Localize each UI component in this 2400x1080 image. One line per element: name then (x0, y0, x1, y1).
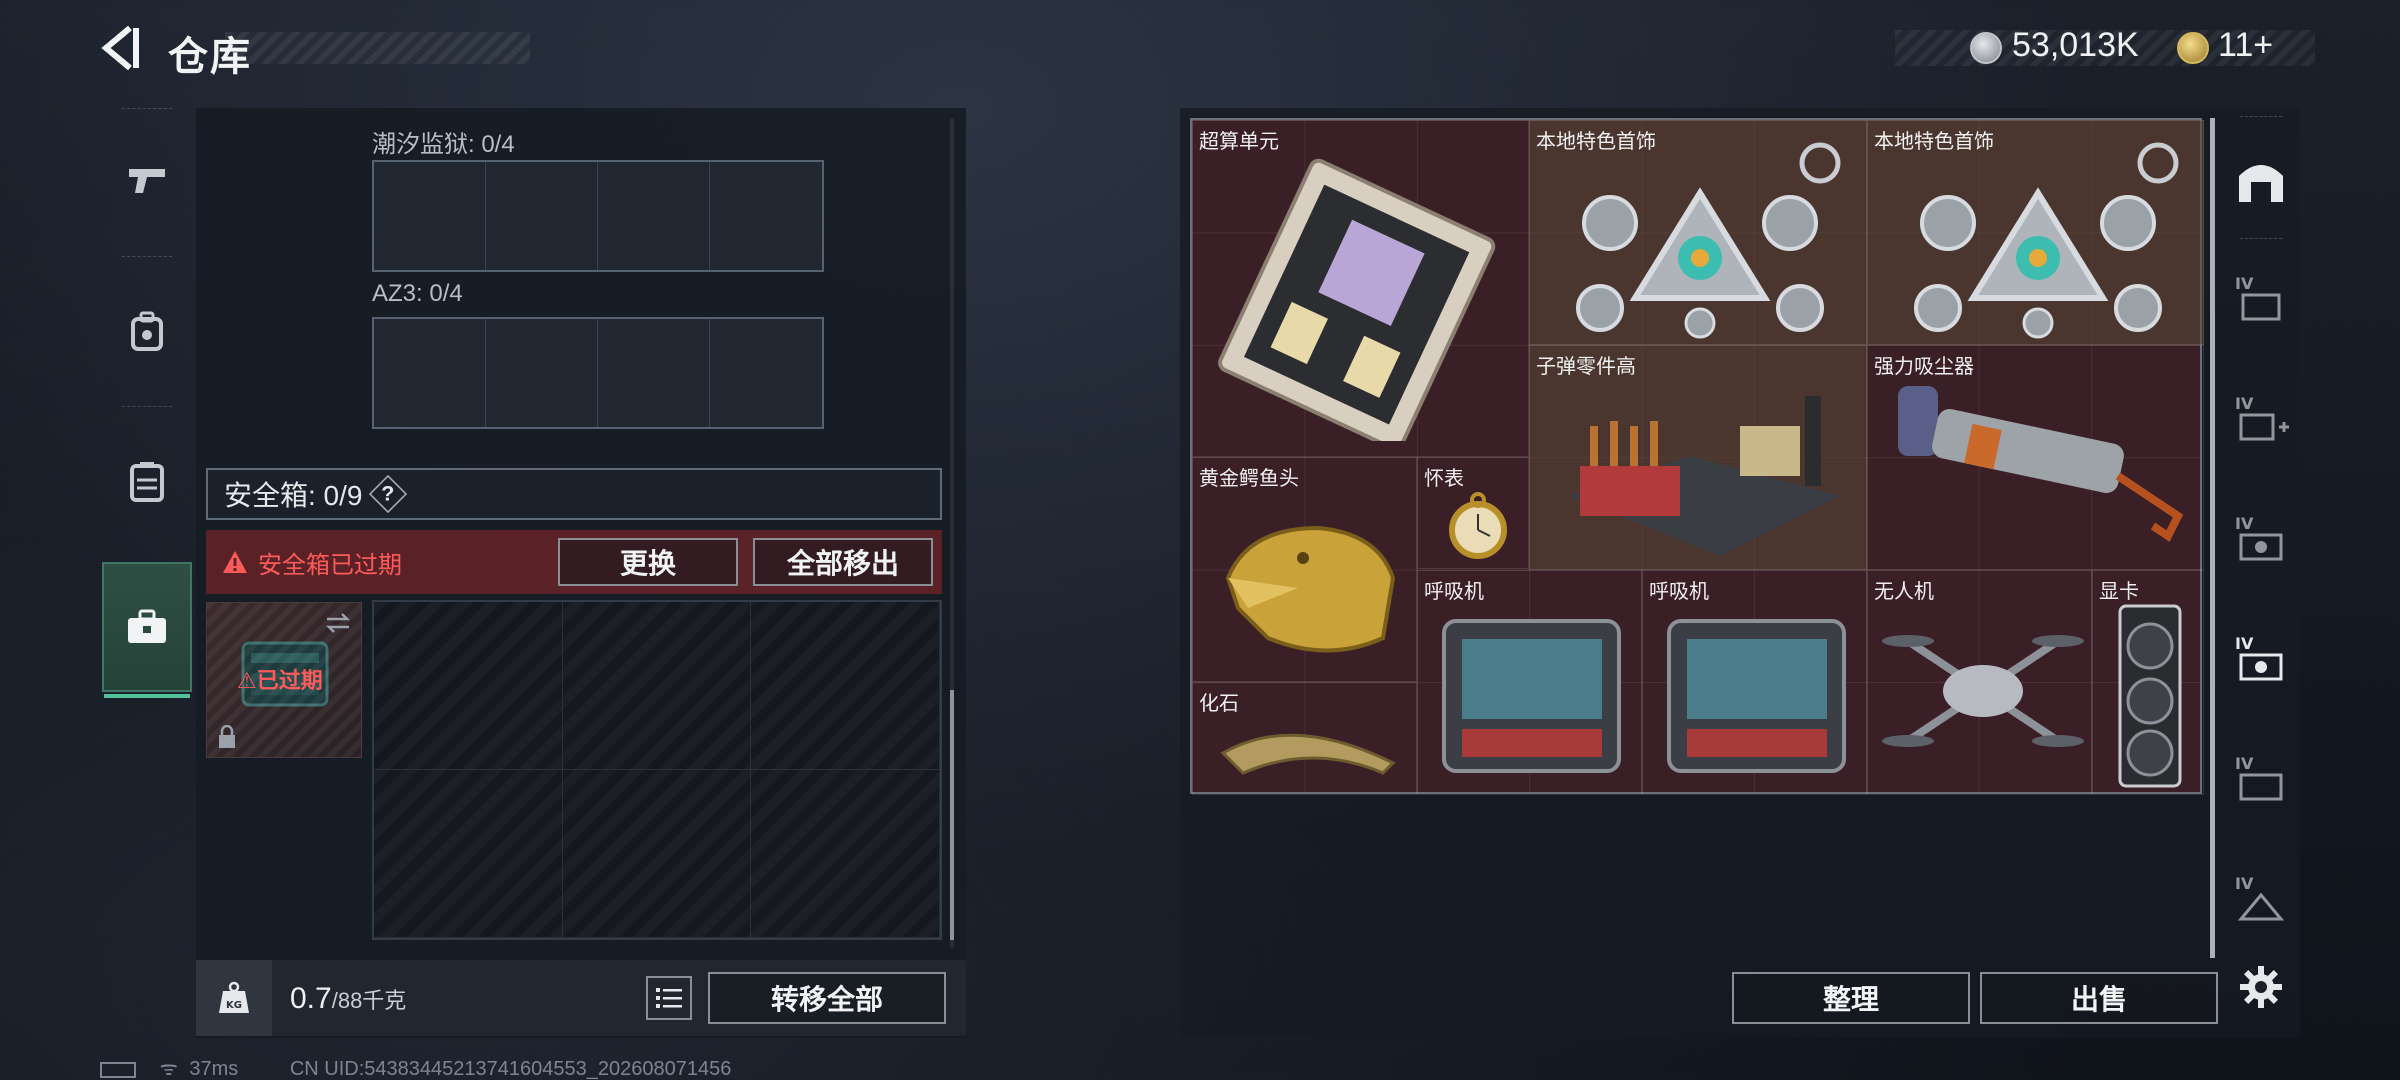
svg-text:IV: IV (2235, 754, 2254, 773)
stash-tab-iv-5-icon: IV (2235, 754, 2283, 801)
stash-tab-iv-3[interactable]: IV (2228, 506, 2294, 572)
stash-tab-iv-3-icon: IV (2235, 514, 2283, 561)
gold-coin-icon (2177, 32, 2209, 64)
stash-icon (2239, 165, 2283, 202)
stash-item[interactable]: 呼吸机 (1642, 570, 1867, 795)
inventory-scroll-thumb[interactable] (950, 690, 954, 940)
stash-tab-iv-4-icon: IV (2235, 634, 2283, 681)
bullet-parts-image (1570, 396, 1840, 556)
stash-item[interactable]: 呼吸机 (1417, 570, 1642, 795)
stash-item[interactable]: 无人机 (1867, 570, 2092, 795)
safe-box-header: 安全箱: 0/9 ? (206, 468, 942, 520)
kg-weight-icon: KG (219, 981, 249, 1013)
gold-currency-value: 11+ (2218, 26, 2274, 64)
category-nav (102, 108, 192, 708)
nav-backpack[interactable] (102, 266, 192, 396)
replace-button[interactable]: 更换 (558, 538, 738, 586)
stash-item[interactable]: 黄金鳄鱼头 (1192, 457, 1417, 682)
backpack-icon (131, 311, 163, 351)
jewelry-image (1914, 142, 2179, 339)
briefcase-icon (128, 609, 166, 643)
stash-tab-iv-1-icon: IV (2235, 274, 2281, 321)
fossil-image (1220, 733, 1396, 775)
sell-button[interactable]: 出售 (1980, 972, 2218, 1024)
weight-icon-box: KG (196, 960, 272, 1036)
stash-tab-iv-6[interactable]: IV (2228, 866, 2294, 932)
weight-readout: 0.7/88千克 (290, 982, 407, 1015)
safe-box-grid[interactable] (372, 600, 942, 940)
ventilator-image (1442, 619, 1621, 773)
page-title: 仓库 (168, 35, 252, 79)
svg-text:IV: IV (2235, 394, 2254, 413)
stash-tab-iv-5[interactable]: IV (2228, 746, 2294, 812)
stash-scrollbar[interactable] (2210, 118, 2215, 958)
svg-text:IV: IV (2235, 274, 2254, 293)
ping-value: 37ms (189, 1058, 239, 1080)
stash-tab-iv-4[interactable]: IV (2228, 626, 2294, 692)
silver-coin-icon (1970, 32, 2002, 64)
svg-text:IV: IV (2235, 634, 2254, 653)
nav-weapons[interactable] (102, 116, 192, 246)
supercompute-unit-image (1218, 158, 1496, 441)
silver-currency-value: 53,013K (2012, 26, 2139, 64)
golden-crocodile-head-image (1225, 525, 1396, 653)
list-view-button[interactable] (646, 976, 692, 1020)
safe-box-thumbnail[interactable]: ⚠已过期 (206, 602, 362, 758)
container-label-az3: AZ3: 0/4 (372, 280, 463, 307)
status-bar: ᯤ 37ms CN UID:54383445213741604553_20260… (100, 1054, 731, 1080)
svg-text:KG: KG (226, 1000, 242, 1011)
stash-tab-iv-add[interactable]: IV (2228, 386, 2294, 452)
stash-item[interactable]: 超算单元 (1192, 120, 1529, 457)
wifi-icon: ᯤ (159, 1058, 178, 1080)
container-grid-az3[interactable] (372, 317, 824, 429)
settings-icon (2240, 966, 2282, 1008)
stash-grid[interactable]: 超算单元 本地特色首饰 本地特色首饰 子弹零件高 强力吸尘器 黄金鳄鱼头 怀表 … (1190, 118, 2204, 795)
stash-tab-iv-1[interactable]: IV (2228, 266, 2294, 332)
stash-item[interactable]: 怀表 (1417, 457, 1529, 569)
settings-button[interactable] (2228, 954, 2294, 1020)
help-icon[interactable]: ? (369, 474, 408, 514)
swap-icon[interactable] (323, 611, 353, 635)
drone-image (1882, 635, 2084, 747)
safe-box-label: 安全箱: 0/9 (224, 480, 363, 511)
battery-icon (100, 1061, 136, 1078)
jewelry-image (1576, 142, 1841, 339)
vacuum-cleaner-image (1898, 386, 2184, 542)
nav-safe-box[interactable] (102, 562, 192, 698)
stash-item[interactable]: 化石 (1192, 682, 1417, 795)
safe-box-expired-label: ⚠已过期 (237, 668, 323, 693)
transfer-all-button[interactable]: 转移全部 (708, 972, 946, 1024)
lock-icon (219, 725, 235, 748)
uid-text: CN UID:54383445213741604553_202608071456 (289, 1058, 732, 1080)
vest-icon (130, 462, 164, 502)
remove-all-button[interactable]: 全部移出 (753, 538, 933, 586)
stash-item[interactable]: 本地特色首饰 (1529, 120, 1867, 345)
title-stripe (225, 32, 530, 64)
stash-tab-nav: IV IV IV IV IV IV (2222, 108, 2300, 1038)
stash-item[interactable]: 强力吸尘器 (1867, 345, 2204, 570)
container-label-tide-prison: 潮汐监狱: 0/4 (372, 131, 515, 158)
safe-box-expired-text: 安全箱已过期 (258, 551, 402, 579)
stash-tab-main[interactable] (2228, 148, 2294, 214)
graphics-card-image (2118, 604, 2182, 788)
container-grid-tide-prison[interactable] (372, 160, 824, 272)
svg-text:IV: IV (2235, 514, 2254, 533)
warning-icon (223, 551, 247, 573)
pistol-icon (129, 169, 165, 193)
stash-item[interactable]: 本地特色首饰 (1867, 120, 2204, 345)
back-arrow-icon[interactable] (96, 22, 148, 74)
svg-text:IV: IV (2235, 874, 2254, 893)
stash-item[interactable]: 显卡 (2092, 570, 2204, 795)
stash-item[interactable]: 子弹零件高 (1529, 345, 1867, 570)
sort-button[interactable]: 整理 (1732, 972, 1970, 1024)
list-icon (656, 988, 682, 1008)
nav-vest[interactable] (102, 416, 192, 546)
stash-tab-iv-add-icon: IV (2235, 394, 2289, 441)
stash-tab-iv-6-icon: IV (2235, 874, 2285, 921)
ventilator-image (1667, 619, 1846, 773)
pocket-watch-image (1449, 492, 1507, 559)
